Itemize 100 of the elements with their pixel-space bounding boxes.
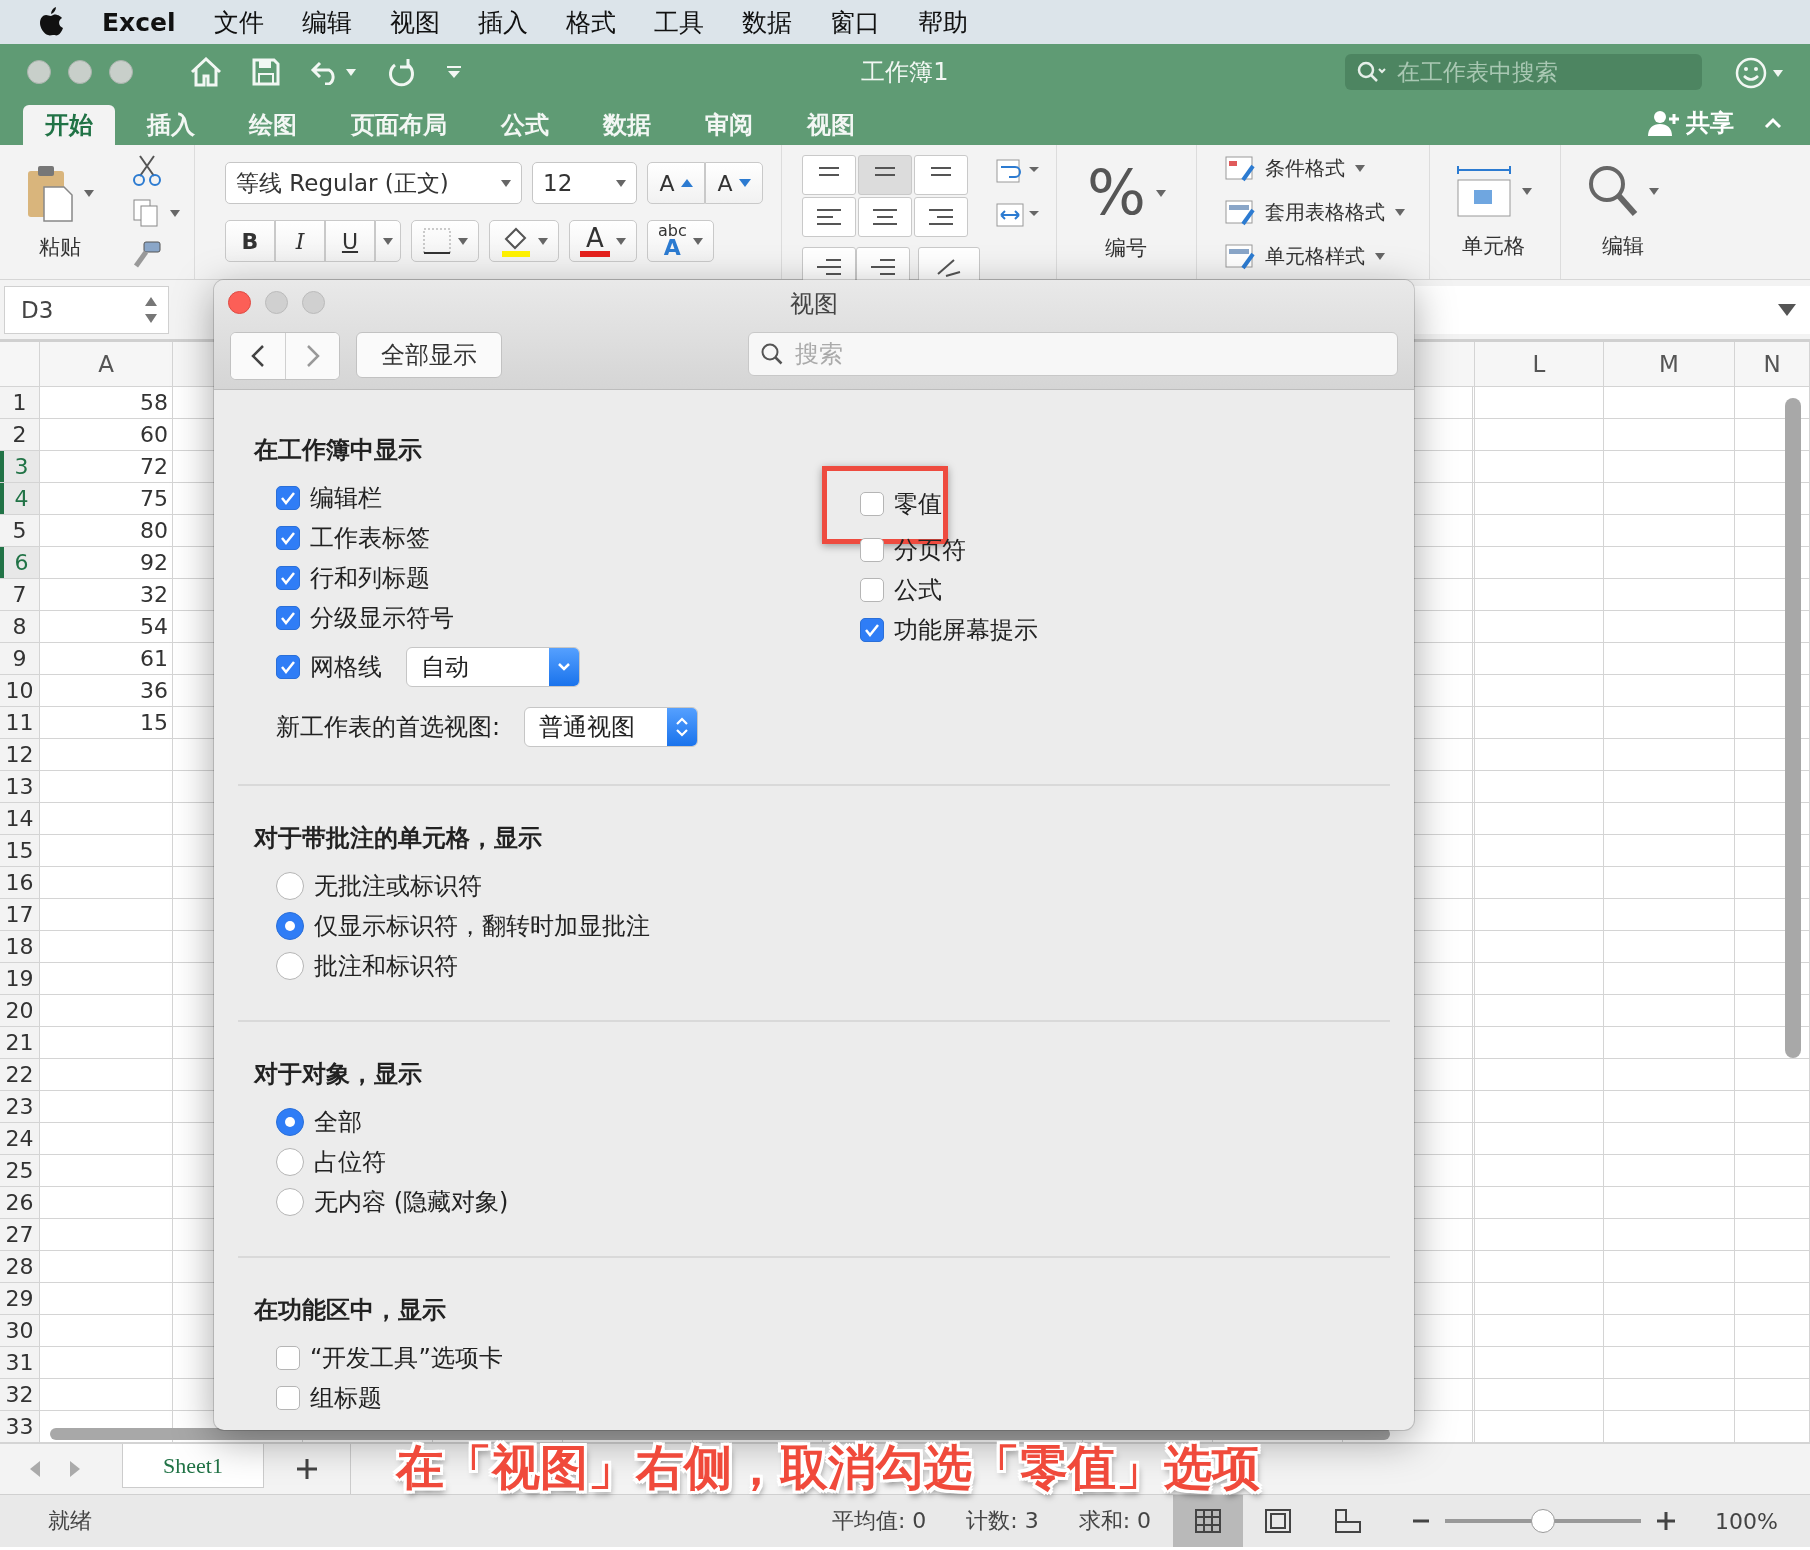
row-header[interactable]: 28 (0, 1251, 40, 1282)
smiley-icon[interactable] (1735, 57, 1767, 89)
align-icon[interactable] (872, 208, 898, 226)
row-header[interactable]: 15 (0, 835, 40, 866)
search-field[interactable]: 在工作表中搜索 (1345, 54, 1702, 90)
checkbox[interactable] (860, 492, 884, 516)
font-color-button[interactable]: A (569, 220, 637, 262)
merge-cells-icon[interactable] (996, 203, 1040, 227)
align-icon[interactable] (816, 258, 842, 276)
row-header[interactable]: 10 (0, 675, 40, 706)
checkbox[interactable] (276, 486, 300, 510)
checkbox[interactable] (276, 655, 300, 679)
row-header[interactable]: 5 (0, 515, 40, 546)
save-icon[interactable] (252, 58, 280, 86)
redo-icon[interactable] (386, 57, 416, 87)
search-icon[interactable] (1586, 164, 1639, 218)
font-size-field[interactable]: 12 (532, 162, 637, 204)
close-button[interactable] (228, 291, 251, 314)
checkbox[interactable] (860, 618, 884, 642)
italic-button[interactable]: I (275, 220, 325, 262)
row-header[interactable]: 29 (0, 1283, 40, 1314)
align-icon[interactable] (816, 208, 842, 226)
expand-formula-icon[interactable] (1778, 304, 1796, 316)
align-icon[interactable] (928, 208, 954, 226)
menu-item[interactable]: 编辑 (301, 5, 352, 39)
scissors-icon[interactable] (132, 154, 162, 186)
row-header[interactable]: 27 (0, 1219, 40, 1250)
dropdown[interactable]: 普通视图 (524, 707, 699, 747)
row-header[interactable]: 23 (0, 1091, 40, 1122)
row-header[interactable]: 7 (0, 579, 40, 610)
row-header[interactable]: 8 (0, 611, 40, 642)
column-header[interactable]: L (1475, 342, 1604, 386)
number-format-button[interactable]: % (1087, 162, 1166, 224)
row-header[interactable]: 22 (0, 1059, 40, 1090)
cells-icon[interactable] (1455, 164, 1512, 218)
row-header[interactable]: 20 (0, 995, 40, 1026)
menu-item[interactable]: 视图 (389, 5, 440, 39)
row-header[interactable]: 12 (0, 739, 40, 770)
sheet-tab[interactable]: Sheet1 (122, 1444, 264, 1488)
format-painter-icon[interactable] (132, 240, 162, 270)
style-menu-item[interactable]: 套用表格格式 (1224, 192, 1405, 232)
menu-item[interactable]: 插入 (477, 5, 528, 39)
font-name-field[interactable]: 等线 Regular (正文) (225, 162, 522, 204)
row-header[interactable]: 31 (0, 1347, 40, 1378)
collapse-ribbon-icon[interactable] (1764, 117, 1782, 129)
grow-font-button[interactable]: A (647, 162, 705, 204)
ribbon-tab[interactable]: 开始 (23, 105, 115, 145)
menu-item[interactable]: 帮助 (917, 5, 968, 39)
row-header[interactable]: 26 (0, 1187, 40, 1218)
row-header[interactable]: 16 (0, 867, 40, 898)
menu-item[interactable]: 文件 (213, 5, 264, 39)
radio-button[interactable] (276, 1188, 304, 1216)
row-header[interactable]: 18 (0, 931, 40, 962)
wrap-text-icon[interactable] (996, 159, 1040, 183)
radio-button[interactable] (276, 1108, 304, 1136)
checkbox[interactable] (276, 526, 300, 550)
radio-button[interactable] (276, 952, 304, 980)
checkbox[interactable] (276, 566, 300, 590)
apple-logo-icon[interactable] (38, 7, 64, 37)
home-icon[interactable] (190, 57, 222, 87)
checkbox[interactable] (276, 1346, 300, 1370)
menu-item[interactable]: 格式 (565, 5, 616, 39)
zoom-in-icon[interactable] (1657, 1512, 1676, 1530)
view-button[interactable] (1173, 1495, 1244, 1547)
radio-button[interactable] (276, 1148, 304, 1176)
paste-icon[interactable] (26, 163, 74, 223)
row-header[interactable]: 32 (0, 1379, 40, 1410)
radio-button[interactable] (276, 912, 304, 940)
column-header[interactable]: M (1604, 342, 1735, 386)
fill-color-button[interactable] (489, 220, 559, 262)
slider-thumb[interactable] (1531, 1509, 1556, 1533)
column-header[interactable]: N (1735, 342, 1810, 386)
row-header[interactable]: 21 (0, 1027, 40, 1058)
underline-button[interactable]: U (325, 220, 375, 262)
row-header[interactable]: 14 (0, 803, 40, 834)
checkbox[interactable] (860, 578, 884, 602)
align-icon[interactable] (870, 258, 896, 276)
style-menu-item[interactable]: 条件格式 (1224, 148, 1405, 188)
phonetic-button[interactable]: abc A (647, 220, 714, 262)
row-header[interactable]: 2 (0, 419, 40, 450)
row-header[interactable]: 4 (0, 483, 40, 514)
style-menu-item[interactable]: 单元格样式 (1224, 236, 1405, 276)
row-header[interactable]: 9 (0, 643, 40, 674)
radio-button[interactable] (276, 872, 304, 900)
app-menu[interactable]: Excel (102, 7, 176, 37)
bold-button[interactable]: B (225, 220, 275, 262)
row-header[interactable]: 33 (0, 1411, 40, 1442)
row-header[interactable]: 24 (0, 1123, 40, 1154)
zoom-out-icon[interactable] (1413, 1519, 1430, 1523)
underline-menu-button[interactable] (375, 220, 401, 262)
vertical-scrollbar[interactable] (1785, 398, 1801, 1058)
show-all-button[interactable]: 全部显示 (356, 332, 502, 378)
checkbox[interactable] (276, 1386, 300, 1410)
row-header[interactable]: 30 (0, 1315, 40, 1346)
borders-button[interactable] (411, 220, 479, 262)
row-header[interactable]: 1 (0, 387, 40, 418)
menu-item[interactable]: 窗口 (829, 5, 880, 39)
row-header[interactable]: 17 (0, 899, 40, 930)
row-header[interactable]: 3 (0, 451, 40, 482)
row-header[interactable]: 6 (0, 547, 40, 578)
